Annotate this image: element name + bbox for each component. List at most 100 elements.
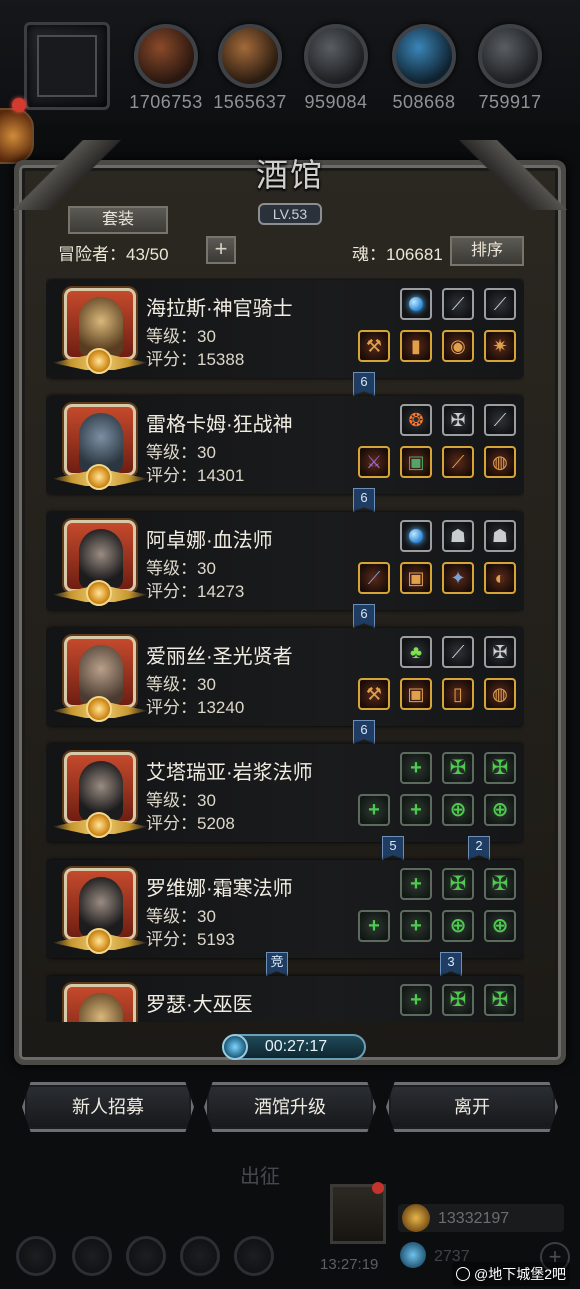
timer-orb-icon (222, 1034, 248, 1060)
soul-count: 魂：106681 (352, 245, 443, 264)
resource-iron[interactable]: 759917 (468, 24, 552, 113)
mask-icon: ☗ (491, 526, 509, 546)
page-title: 酒馆 (255, 156, 324, 194)
blue-gem-icon (409, 529, 423, 543)
equip-slot[interactable]: ▣ (400, 678, 432, 710)
empty-equip-slot[interactable]: ✠ (484, 984, 516, 1016)
empty-equip-slot[interactable]: + (400, 752, 432, 784)
hero-score: 评分：5208 (146, 814, 235, 833)
empty-equip-slot[interactable]: ✠ (484, 868, 516, 900)
hero-card[interactable]: 海拉斯·神官骑士 等级：30 评分：15388 ⟋ ⟋ ⚒ ▮ ◉ ✷ (46, 280, 524, 378)
equip-slot[interactable]: ⟋ (442, 636, 474, 668)
equip-slot[interactable]: ⚔ (358, 446, 390, 478)
equip-slot[interactable]: ✷ (484, 330, 516, 362)
equip-slot[interactable]: ⟋ (442, 446, 474, 478)
equip-slot[interactable]: ⟋ (484, 288, 516, 320)
equip-slot[interactable]: ▯ (442, 678, 474, 710)
hero-name: 爱丽丝·圣光贤者 (146, 646, 293, 668)
hero-slot[interactable] (24, 22, 110, 110)
hero-face-icon (79, 993, 123, 1022)
hero-level: 等级：30 (146, 327, 216, 346)
rank-emblem-icon (86, 580, 112, 606)
equip-slot[interactable]: ❂ (400, 404, 432, 436)
map-icon[interactable] (72, 1236, 112, 1276)
empty-equip-slot[interactable]: ⊕ (442, 910, 474, 942)
empty-equip-slot[interactable]: ⊕ (484, 794, 516, 826)
shop-icon[interactable] (234, 1236, 274, 1276)
hero-card[interactable]: 艾塔瑞亚·岩浆法师 等级：30 评分：5208 + ✠ ✠ + + ⊕ ⊕ (46, 744, 524, 842)
hero-card[interactable]: 罗瑟·大巫医 + ✠ ✠ (46, 976, 524, 1022)
empty-equip-slot[interactable]: ✠ (442, 984, 474, 1016)
expand-capacity-button[interactable]: + (206, 236, 236, 264)
blade-icon: ⟋ (451, 452, 465, 472)
resource-crystal[interactable]: 508668 (382, 24, 466, 113)
equip-slot[interactable]: ✠ (442, 404, 474, 436)
empty-equip-slot[interactable]: + (400, 984, 432, 1016)
equip-slot[interactable]: ⟋ (358, 562, 390, 594)
empty-equip-slot[interactable]: ✠ (484, 752, 516, 784)
empty-equip-slot[interactable]: + (400, 868, 432, 900)
watermark-text: @地下城堡2吧 (474, 1266, 566, 1282)
empty-equip-slot[interactable]: + (400, 794, 432, 826)
crystal-icon (392, 24, 456, 88)
sort-button[interactable]: 排序 (450, 236, 524, 266)
hero-level: 等级：30 (146, 907, 216, 926)
backpack-icon[interactable] (126, 1236, 166, 1276)
empty-equip-slot[interactable]: ⊕ (484, 910, 516, 942)
recruit-button[interactable]: 新人招募 (22, 1082, 194, 1132)
equip-slot[interactable]: ♣ (400, 636, 432, 668)
equip-slot[interactable] (400, 520, 432, 552)
hero-card[interactable]: 罗维娜·霜寒法师 等级：30 评分：5193 + ✠ ✠ + + ⊕ ⊕ (46, 860, 524, 958)
resource-copper[interactable]: 1706753 (124, 24, 208, 113)
equip-slot[interactable]: ▣ (400, 562, 432, 594)
leave-button[interactable]: 离开 (386, 1082, 558, 1132)
add-icon: ⊕ (491, 915, 509, 937)
hammer-icon: ⚒ (365, 684, 383, 704)
empty-equip-slot[interactable]: ⊕ (442, 794, 474, 826)
hero-card[interactable]: 爱丽丝·圣光贤者 等级：30 评分：13240 ♣ ⟋ ✠ ⚒ ▣ ▯ ◍ (46, 628, 524, 726)
link-tag: 2 (468, 836, 490, 860)
equip-slot[interactable]: ◉ (442, 330, 474, 362)
empty-equip-slot[interactable]: + (358, 910, 390, 942)
equip-slot[interactable]: ☗ (484, 520, 516, 552)
rank-emblem-icon (86, 464, 112, 490)
armor-icon: ▣ (407, 452, 425, 472)
gauntlet-icon: ✦ (450, 568, 466, 588)
hero-card[interactable]: 阿卓娜·血法师 等级：30 评分：14273 ☗ ☗ ⟋ ▣ ✦ ◐ (46, 512, 524, 610)
hero-name: 艾塔瑞亚·岩浆法师 (146, 762, 313, 784)
hero-card[interactable]: 雷格卡姆·狂战神 等级：30 评分：14301 ❂ ✠ ⟋ ⚔ ▣ ⟋ ◍ (46, 396, 524, 494)
empty-equip-slot[interactable]: + (400, 910, 432, 942)
resource-stone[interactable]: 959084 (294, 24, 378, 113)
empty-equip-slot[interactable]: ✠ (442, 868, 474, 900)
equip-slot[interactable]: ▣ (400, 446, 432, 478)
bow-icon: ⟋ (493, 294, 507, 314)
equip-slot[interactable]: ⚒ (358, 678, 390, 710)
equip-slot[interactable]: ⟋ (484, 404, 516, 436)
stone-icon (304, 24, 368, 88)
potion-icon: ♣ (410, 642, 422, 662)
resource-wood[interactable]: 1565637 (208, 24, 292, 113)
empty-equip-slot[interactable]: + (358, 794, 390, 826)
equip-slot[interactable]: ✦ (442, 562, 474, 594)
settings-icon[interactable] (16, 1236, 56, 1276)
axe-icon: ⚔ (365, 452, 383, 472)
equip-slot[interactable]: ◐ (484, 562, 516, 594)
empty-equip-slot[interactable]: ✠ (442, 752, 474, 784)
adventurer-count: 冒险者：43/50 (58, 245, 169, 264)
equip-slot[interactable]: ☗ (442, 520, 474, 552)
hero-list[interactable]: 海拉斯·神官骑士 等级：30 评分：15388 ⟋ ⟋ ⚒ ▮ ◉ ✷ 6 雷格… (46, 278, 524, 1022)
quest-icon[interactable] (180, 1236, 220, 1276)
equip-slot[interactable]: ◍ (484, 678, 516, 710)
ring-icon: ◍ (492, 684, 508, 704)
equip-slot[interactable] (400, 288, 432, 320)
upgrade-tavern-button[interactable]: 酒馆升级 (204, 1082, 376, 1132)
mace-icon: ⚒ (365, 336, 383, 356)
equip-slot[interactable]: ▮ (400, 330, 432, 362)
hero-portrait (64, 984, 136, 1022)
equip-slot[interactable]: ✠ (484, 636, 516, 668)
emblem-icon: ✠ (492, 642, 508, 662)
equip-slot[interactable]: ◍ (484, 446, 516, 478)
suit-button[interactable]: 套装 (68, 206, 168, 234)
equip-slot[interactable]: ⚒ (358, 330, 390, 362)
equip-slot[interactable]: ⟋ (442, 288, 474, 320)
